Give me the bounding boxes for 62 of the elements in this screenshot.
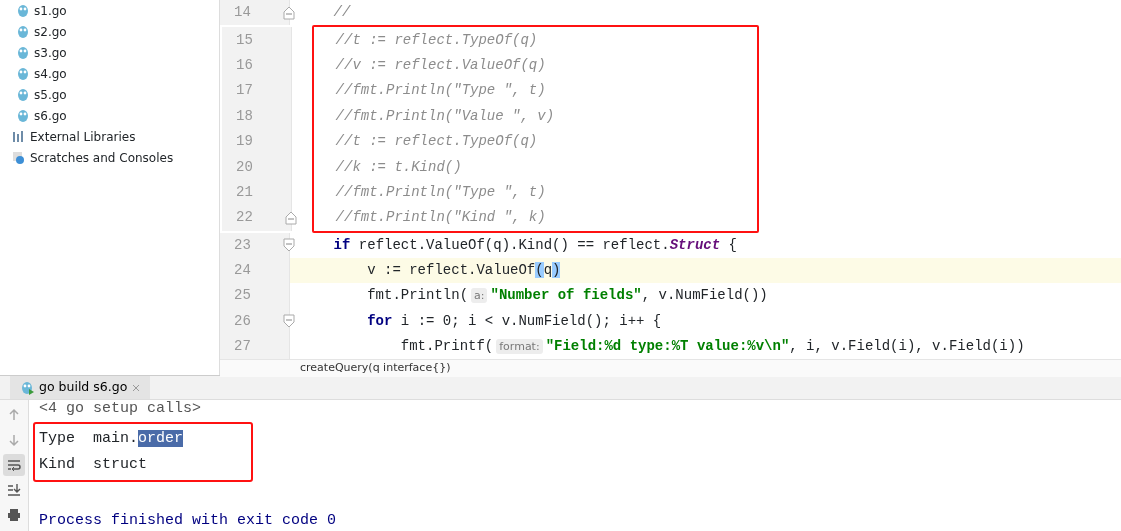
library-icon <box>12 128 26 145</box>
tree-item[interactable]: s6.go <box>12 105 219 126</box>
code-line: // <box>332 3 351 23</box>
gopher-icon <box>16 107 30 124</box>
code-line: if reflect.ValueOf(q).Kind() == reflect.Struct { <box>332 235 737 255</box>
soft-wrap-button[interactable] <box>3 454 25 476</box>
code-line: //fmt.Println("Value ", v) <box>334 106 555 126</box>
soft-wrap-icon <box>7 458 21 472</box>
line-number: 14 <box>234 3 251 23</box>
line-number: 19 <box>236 132 253 152</box>
print-icon <box>7 508 21 522</box>
gopher-icon <box>16 2 30 19</box>
code-line: v := reflect.ValueOf(q) <box>366 261 561 281</box>
code-line: //k := t.Kind() <box>334 157 462 177</box>
down-arrow-icon <box>7 433 21 447</box>
tree-item[interactable]: s5.go <box>12 84 219 105</box>
scroll-to-end-icon <box>7 483 21 497</box>
line-number: 20 <box>236 157 253 177</box>
code-line: //fmt.Println("Type ", t) <box>334 81 546 101</box>
tree-item[interactable]: s1.go <box>12 0 219 21</box>
line-number: 25 <box>234 286 251 306</box>
code-line: //fmt.Println("Type ", t) <box>334 182 546 202</box>
tree-item[interactable]: s3.go <box>12 42 219 63</box>
code-line: //fmt.Println("Kind ", k) <box>334 208 546 228</box>
breadcrumb[interactable]: createQuery(q interface{}) <box>220 359 1121 377</box>
code-line: fmt.Printf( format: "Field:%d type:%T value:%v\n", i, v.Field(i), v.Field(i)) <box>399 337 1025 357</box>
fold-start-icon[interactable] <box>283 238 295 253</box>
scratch-icon <box>12 149 26 166</box>
code-line: for i := 0; i < v.NumField(); i++ { <box>366 311 662 331</box>
fold-start-icon[interactable] <box>283 314 295 329</box>
line-number: 27 <box>234 337 251 357</box>
output-line: Kind struct <box>39 454 148 475</box>
tree-item[interactable]: s2.go <box>12 21 219 42</box>
code-line: //v := reflect.ValueOf(q) <box>334 55 546 75</box>
fold-end-icon[interactable] <box>283 5 295 20</box>
line-number: 23 <box>234 235 251 255</box>
code-line: //t := reflect.TypeOf(q) <box>334 30 538 50</box>
close-icon <box>132 383 141 392</box>
line-number: 16 <box>236 55 253 75</box>
run-tab[interactable]: go build s6.go <box>10 376 151 399</box>
line-number: 21 <box>236 182 253 202</box>
output-line: Process finished with exit code 0 <box>39 510 337 531</box>
code-line: //t := reflect.TypeOf(q) <box>334 132 538 152</box>
tree-item[interactable]: External Libraries <box>12 126 219 147</box>
code-line: fmt.Println( a: "Number of fields", v.NumField()) <box>366 286 768 306</box>
gopher-icon <box>16 65 30 82</box>
output-line: <4 go setup calls> <box>39 398 202 419</box>
line-number: 22 <box>236 208 253 228</box>
gopher-icon <box>16 86 30 103</box>
output-line: Type main.order <box>39 428 184 449</box>
tree-item[interactable]: s4.go <box>12 63 219 84</box>
line-number: 26 <box>234 311 251 331</box>
line-number: 15 <box>236 30 253 50</box>
tree-item[interactable]: Scratches and Consoles <box>12 147 219 168</box>
gopher-icon <box>20 379 34 396</box>
fold-end-icon[interactable] <box>285 210 297 225</box>
line-number: 24 <box>234 261 251 281</box>
gopher-icon <box>16 44 30 61</box>
line-number: 18 <box>236 106 253 126</box>
up-arrow-icon <box>7 408 21 422</box>
gopher-icon <box>16 23 30 40</box>
line-number: 17 <box>236 81 253 101</box>
